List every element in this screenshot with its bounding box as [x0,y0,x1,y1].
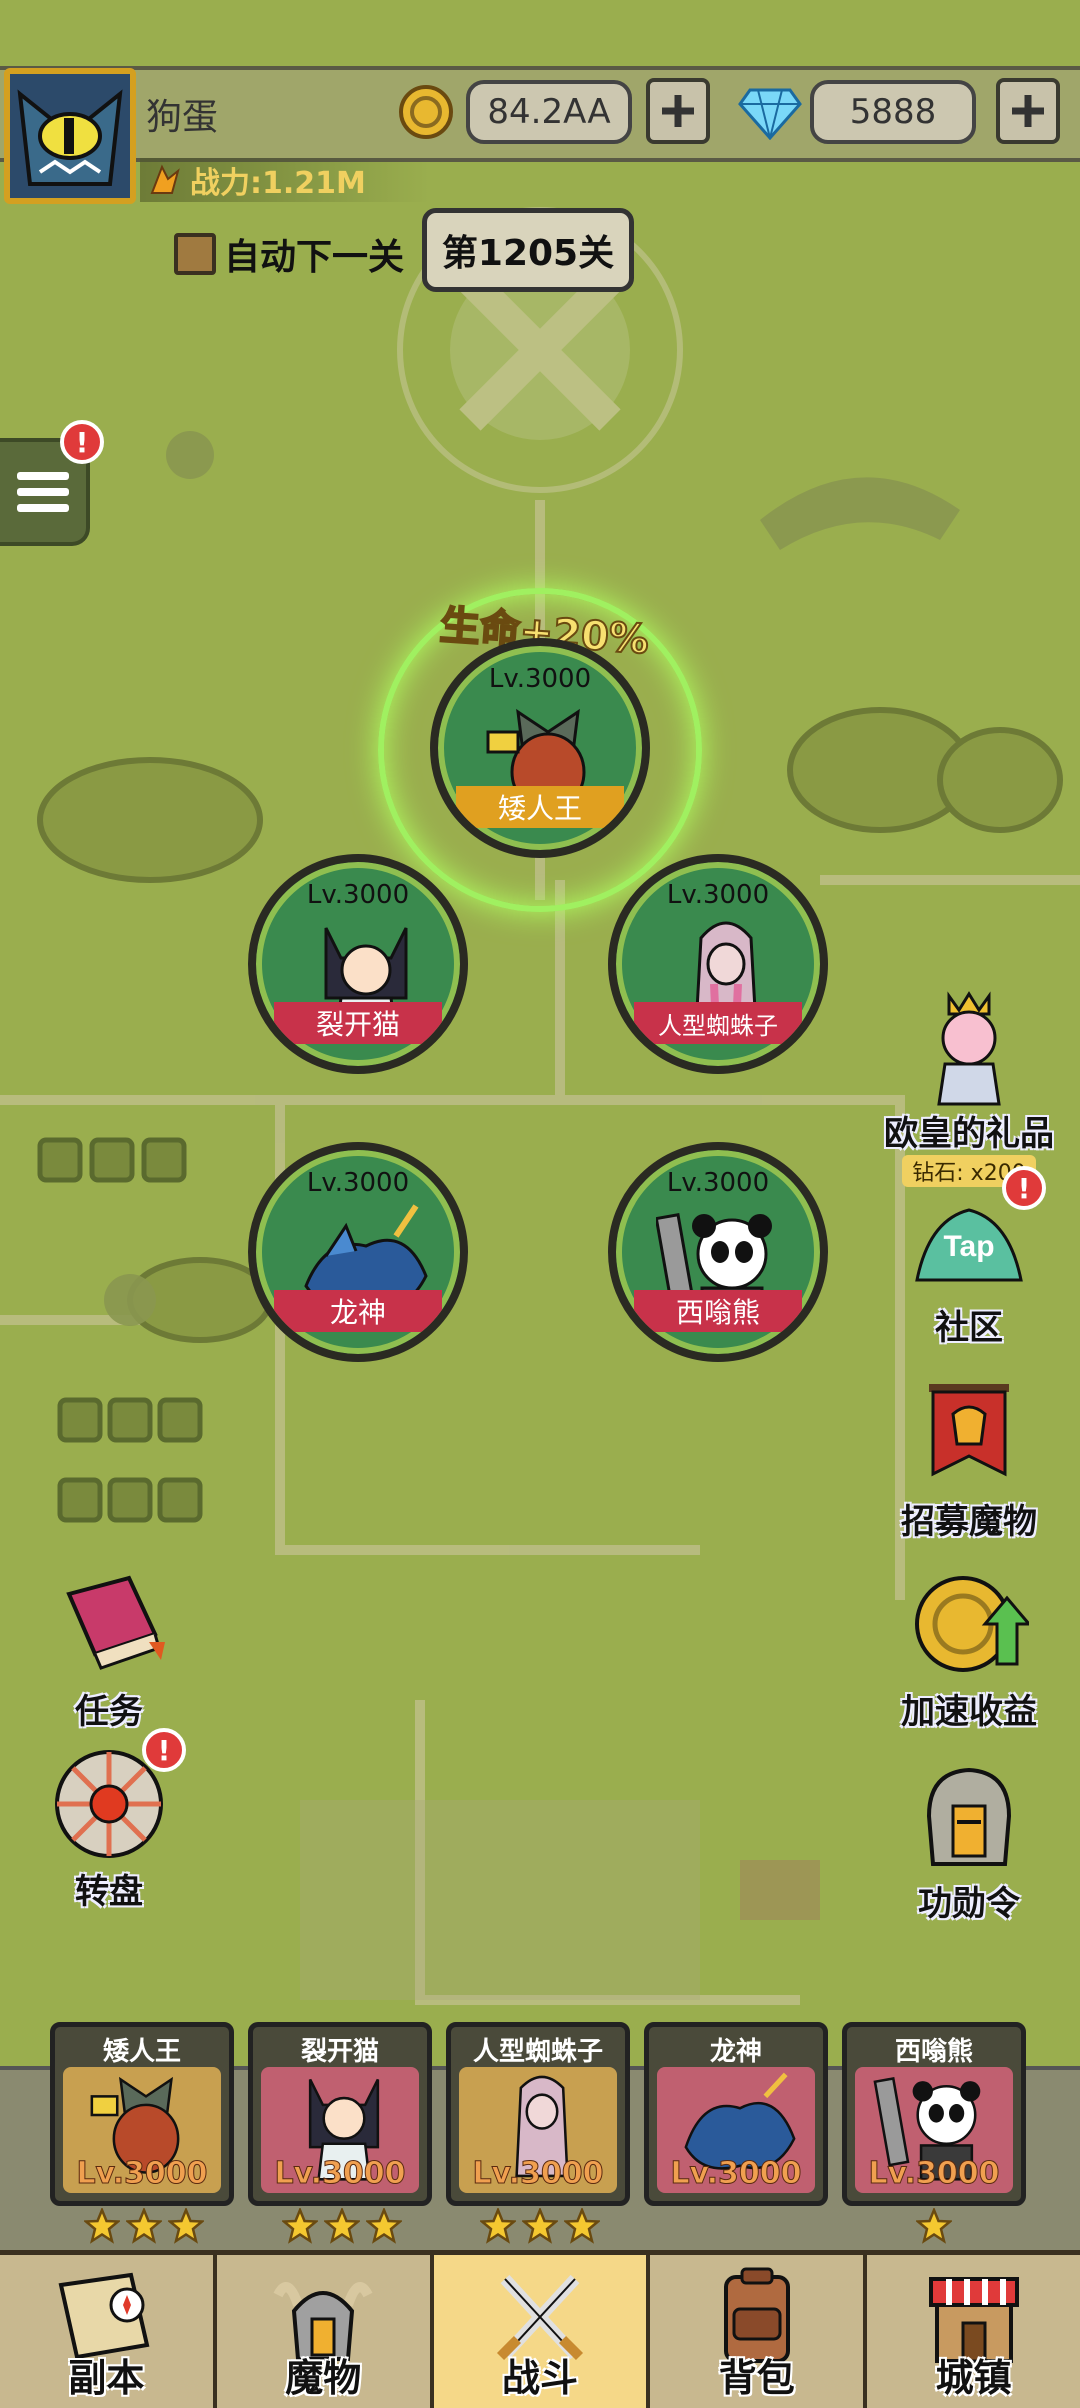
star-icon [366,2208,402,2244]
boost-feature[interactable]: 加速收益 [884,1564,1054,1733]
card-name: 龙神 [709,2037,762,2067]
hero-slot-dragon[interactable]: Lv.3000 龙神 [248,1142,468,1362]
hero-name: 裂开猫 [274,1002,442,1044]
plus-icon [1012,95,1044,127]
bottom-nav: 副本 魔物 战斗 背包 城镇 [0,2250,1080,2408]
hero-name: 西嗡熊 [634,1290,802,1332]
wheel-alert-badge: ! [142,1728,186,1772]
hero-name: 矮人王 [456,786,624,828]
nav-monsters[interactable]: 魔物 [216,2255,434,2408]
community-alert-badge: ! [1002,1166,1046,1210]
tap-text: Tap [943,1230,994,1263]
star-icon [564,2208,600,2244]
card-name: 矮人王 [102,2037,181,2067]
hero-name: 人型蜘蛛子 [634,1002,802,1044]
team-card-dragon[interactable]: 龙神 Lv.3000 [644,2022,828,2206]
nav-dungeon[interactable]: 副本 [0,2255,217,2408]
menu-alert-badge: ! [60,420,104,464]
hero-level: Lv.3000 [306,1168,410,1198]
nav-dungeon-label: 副本 [68,2356,145,2400]
merit-feature[interactable]: 功勋令 [884,1756,1054,1925]
queen-gift-icon [937,991,1001,1106]
player-avatar[interactable] [4,68,136,204]
card-level: Lv.3000 [670,2156,802,2192]
hero-slot-panda[interactable]: Lv.3000 西嗡熊 [608,1142,828,1362]
add-gems-button[interactable] [996,78,1060,144]
monster-portrait-icon [10,74,130,198]
power-row: 战力:1.21M [140,158,430,202]
star-icon [324,2208,360,2244]
player-name: 狗蛋 [146,97,219,138]
coin-amount: 84.2AA [466,80,632,144]
power-icon [150,164,180,194]
hero-slot-spider[interactable]: Lv.3000 人型蜘蛛子 [608,854,828,1074]
community-label: 社区 [935,1308,1003,1348]
coin-icon [399,85,453,139]
book-icon [66,1575,165,1670]
hero-name: 龙神 [274,1290,442,1332]
boost-label: 加速收益 [901,1692,1037,1732]
card-name: 裂开猫 [300,2037,379,2067]
recruit-label: 招募魔物 [901,1502,1037,1542]
hero-slot-dwarf-king[interactable]: Lv.3000 矮人王 [430,638,650,858]
nav-monsters-label: 魔物 [285,2356,362,2400]
card-level: Lv.3000 [868,2156,1000,2192]
diamond-icon [738,88,802,140]
star-row [480,2208,600,2244]
star-row [84,2208,204,2244]
star-row [282,2208,402,2244]
card-level: Lv.3000 [274,2156,406,2192]
tasks-feature[interactable]: 任务 [24,1564,194,1733]
gift-feature[interactable]: 欧皇的礼品 钻石: x200 [884,986,1054,1187]
hamburger-icon [17,472,69,512]
tasks-label: 任务 [75,1692,143,1732]
star-icon [282,2208,318,2244]
power-value: 战力:1.21M [190,166,366,201]
star-icon [126,2208,162,2244]
card-name: 人型蜘蛛子 [472,2037,603,2067]
helmet-icon [926,1767,1012,1866]
card-level: Lv.3000 [472,2156,604,2192]
recruit-banner-icon [929,1384,1009,1477]
boost-coin-icon [915,1576,1029,1672]
recruit-feature[interactable]: 招募魔物 [884,1374,1054,1543]
star-icon [916,2208,952,2244]
auto-next-label: 自动下一关 [224,237,405,278]
star-icon [480,2208,516,2244]
nav-town[interactable]: 城镇 [867,2255,1080,2408]
star-icon [84,2208,120,2244]
add-coins-button[interactable] [646,78,710,144]
merit-label: 功勋令 [918,1884,1020,1924]
auto-next-checkbox[interactable] [174,233,216,275]
nav-battle-label: 战斗 [501,2356,578,2400]
hero-level: Lv.3000 [666,1168,770,1198]
nav-town-label: 城镇 [935,2356,1012,2400]
team-card-cat[interactable]: 裂开猫 Lv.3000 [248,2022,432,2206]
hero-level: Lv.3000 [666,880,770,910]
gem-amount: 5888 [810,80,976,144]
star-row [916,2208,952,2244]
star-icon [168,2208,204,2244]
stage-label[interactable]: 第1205关 [422,208,634,292]
star-icon [522,2208,558,2244]
nav-battle[interactable]: 战斗 [433,2255,651,2408]
team-card-panda[interactable]: 西嗡熊 Lv.3000 [842,2022,1026,2206]
nav-bag-label: 背包 [718,2356,795,2400]
card-level: Lv.3000 [76,2156,208,2192]
nav-bag[interactable]: 背包 [650,2255,868,2408]
card-name: 西嗡熊 [894,2037,973,2067]
gift-label: 欧皇的礼品 [884,1114,1054,1154]
team-card-spider[interactable]: 人型蜘蛛子 Lv.3000 [446,2022,630,2206]
team-card-dwarf-king[interactable]: 矮人王 Lv.3000 [50,2022,234,2206]
wheel-label: 转盘 [75,1872,143,1912]
hero-level: Lv.3000 [306,880,410,910]
auto-next-toggle[interactable]: 自动下一关 [174,228,404,280]
plus-icon [662,95,694,127]
hero-slot-cat[interactable]: Lv.3000 裂开猫 [248,854,468,1074]
hero-level: Lv.3000 [488,664,592,694]
